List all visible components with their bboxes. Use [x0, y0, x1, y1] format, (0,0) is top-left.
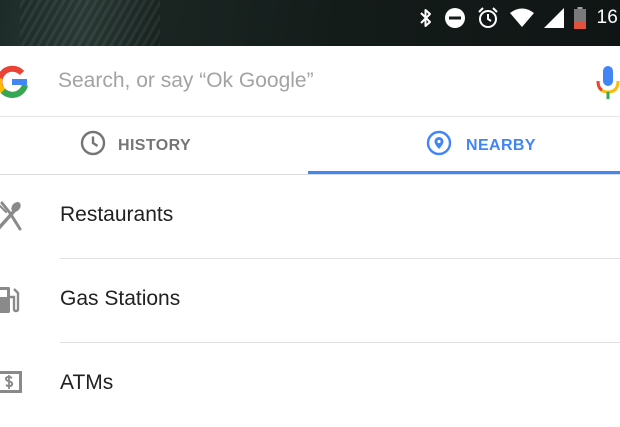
location-pin-icon — [426, 130, 452, 161]
status-time: 16 — [596, 7, 618, 28]
tab-history-label: HISTORY — [118, 136, 192, 154]
alarm-icon — [476, 6, 500, 30]
bluetooth-icon — [418, 7, 434, 29]
cell-signal-icon — [544, 8, 565, 28]
tab-bar: HISTORY NEARBY — [0, 117, 620, 175]
list-item-restaurants[interactable]: Restaurants — [0, 175, 620, 259]
list-item-atms[interactable]: ATMs — [0, 343, 620, 427]
mic-icon[interactable] — [596, 66, 620, 105]
google-logo-icon[interactable] — [0, 58, 30, 104]
list-item-label: Restaurants — [60, 203, 174, 226]
dollar-bill-icon — [0, 369, 22, 400]
gas-pump-icon — [0, 285, 20, 320]
clock-icon — [80, 130, 106, 161]
status-icons: 16 — [418, 0, 620, 36]
list-item-label: Gas Stations — [60, 287, 181, 310]
tab-history-content: HISTORY — [80, 130, 191, 161]
tab-nearby-content: NEARBY — [426, 130, 536, 161]
status-bar: 16 — [0, 0, 620, 46]
do-not-disturb-icon — [444, 7, 466, 29]
tab-nearby-label: NEARBY — [466, 136, 536, 154]
wifi-icon — [510, 8, 535, 28]
tab-nearby[interactable]: NEARBY — [308, 117, 620, 174]
nearby-list: Restaurants Gas Stations ATMs — [0, 175, 620, 427]
search-input[interactable] — [58, 64, 578, 98]
list-item-label: ATMs — [60, 371, 114, 394]
tab-history[interactable]: HISTORY — [0, 117, 308, 174]
tab-selected-indicator — [308, 171, 620, 174]
search-bar — [0, 46, 620, 117]
fork-knife-icon — [0, 201, 22, 236]
list-item-gas-stations[interactable]: Gas Stations — [0, 259, 620, 343]
battery-low-icon — [574, 7, 587, 29]
